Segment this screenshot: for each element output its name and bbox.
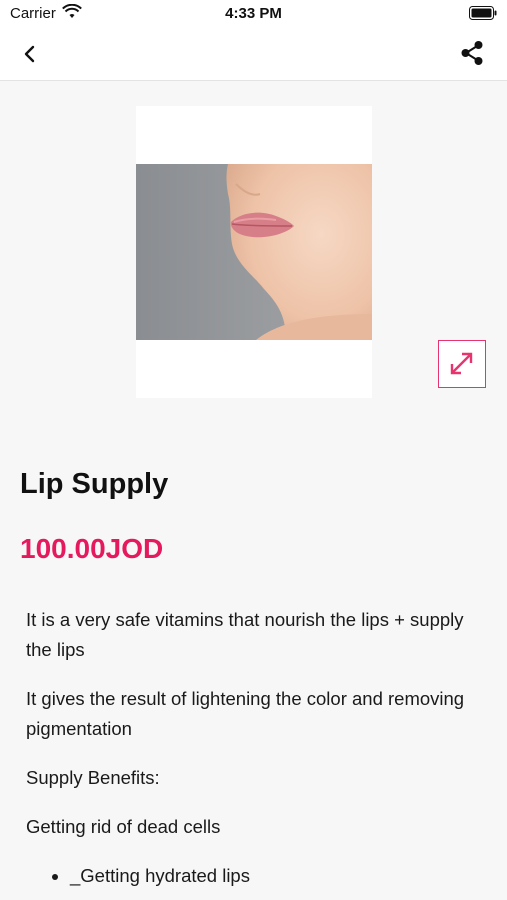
status-bar: Carrier 4:33 PM xyxy=(0,0,507,28)
product-price: 100.00JOD xyxy=(20,533,164,564)
product-title: Lip Supply xyxy=(20,468,169,500)
battery-icon xyxy=(469,6,497,25)
share-icon xyxy=(461,41,483,65)
product-image xyxy=(136,164,372,340)
expand-image-button[interactable] xyxy=(438,340,486,388)
expand-arrows-icon xyxy=(450,352,473,375)
back-button[interactable] xyxy=(16,40,44,68)
product-description: It is a very safe vitamins that nourish … xyxy=(26,605,466,891)
share-button[interactable] xyxy=(457,38,487,68)
description-paragraph: Getting rid of dead cells xyxy=(26,816,221,837)
status-time: 4:33 PM xyxy=(225,5,282,22)
product-image-frame[interactable] xyxy=(136,106,372,398)
chevron-left-icon xyxy=(24,45,35,63)
description-paragraph: It gives the result of lightening the co… xyxy=(26,688,465,739)
nav-bar xyxy=(0,28,507,81)
description-paragraph: Supply Benefits: xyxy=(26,767,160,788)
list-item: _Getting hydrated lips xyxy=(70,861,466,891)
description-paragraph: It is a very safe vitamins that nourish … xyxy=(26,609,464,660)
benefits-list: _Getting hydrated lips xyxy=(26,861,466,891)
